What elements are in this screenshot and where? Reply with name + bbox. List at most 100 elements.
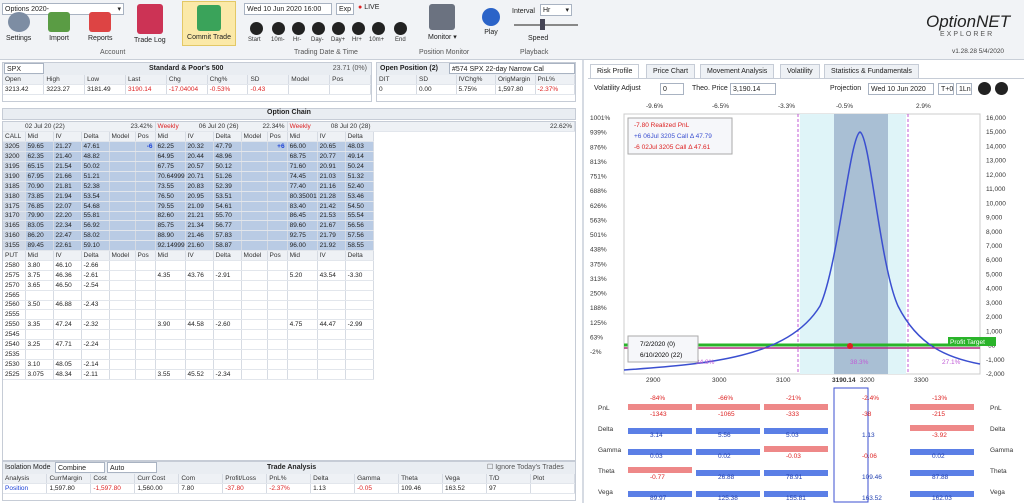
greek-bar [696,404,760,410]
splitter[interactable] [582,60,584,503]
chain-cell [185,280,214,291]
expiry-header[interactable]: 02 Jul 20 (22) 23.42% [3,122,156,133]
put-row[interactable]: 2530 3.10 48.05 -2.14 [3,359,575,370]
open-position-panel: Open Position (2) #574 SPX 22-day Narrow… [376,62,576,102]
auto-select[interactable]: Auto [107,462,157,473]
volatility-adjust-input[interactable]: 0 [660,83,684,95]
tab-risk-profile[interactable]: Risk Profile [590,64,640,78]
back-hr-icon[interactable] [292,22,305,35]
put-row[interactable]: 2575 3.75 46.36 -2.61 4.35 43.76 -2.91 5.20 43.5… [3,270,575,281]
column-header: Open [3,75,45,86]
live-indicator[interactable]: ● LIVE [358,4,379,11]
settings-button[interactable]: Settings [6,12,31,42]
play-button[interactable]: Play [482,8,500,36]
call-row[interactable]: 3205 59.65 21.27 47.61 -6 62.25 20.32 47.79 +6 66… [3,141,575,153]
chain-cell: 21.79 [317,230,346,242]
chain-cell: +6 [267,141,288,153]
trade-datetime-input[interactable]: Wed 10 Jun 2020 16:00 [244,3,332,15]
chain-cell [135,211,156,222]
fwd-10m-icon[interactable] [372,22,385,35]
trade-log-icon [136,4,163,34]
isolation-mode-select[interactable]: Combine [55,462,105,473]
weekly-tag: Weekly [157,123,179,131]
strike-cell: 2540 [3,339,26,350]
tab-price-chart[interactable]: Price Chart [646,64,696,78]
chain-cell: -2.34 [213,369,242,380]
fwd-day-icon[interactable] [332,22,345,35]
chain-cell [109,339,136,350]
back-day-icon[interactable] [312,22,325,35]
chain-cell: 3.55 [155,369,186,380]
symbol-input[interactable]: SPX [4,63,44,74]
call-row[interactable]: 3185 70.90 21.81 52.38 73.55 20.83 52.39 77.40 2… [3,181,575,192]
put-row[interactable]: 2545 [3,329,575,341]
fwd-hr-icon[interactable] [352,22,365,35]
chain-cell [109,319,136,331]
call-row[interactable]: 3175 76.85 22.07 54.68 79.55 21.09 54.61 83.40 2… [3,201,575,212]
tab-volatility[interactable]: Volatility [780,64,820,78]
position-select[interactable]: #574 SPX 22-day Narrow Cal [449,63,575,74]
put-row[interactable]: 2525 3.075 48.34 -2.11 3.55 45.52 -2.34 [3,369,575,380]
chain-cell [317,300,346,311]
theo-price-input[interactable]: 3,190.14 [730,83,776,95]
put-row[interactable]: 2565 [3,290,575,301]
greek-value: 125.38 [718,495,738,502]
speed-slider-thumb[interactable] [540,19,545,30]
monitor-button[interactable]: Monitor ▾ [428,4,457,41]
call-row[interactable]: 3165 83.05 22.34 56.92 85.75 21.34 56.77 89.60 2… [3,220,575,232]
put-row[interactable]: 2535 [3,349,575,360]
chain-cell [213,260,242,271]
tab-statistics-fundamentals[interactable]: Statistics & Fundamentals [824,64,919,78]
call-row[interactable]: 3180 73.85 21.94 53.54 76.50 20.95 53.51 80.350… [3,191,575,202]
tplus-button[interactable]: T+0 [938,83,954,95]
forward-arrow-icon[interactable] [995,82,1008,95]
commit-trade-button[interactable]: Commit Trade [182,1,236,46]
trade-log-button[interactable]: Trade Log [134,4,166,44]
put-row[interactable]: 2540 3.25 47.71 -2.24 [3,339,575,350]
one-line-button[interactable]: 1Ln [956,83,972,95]
call-row[interactable]: 3200 62.35 21.40 48.82 64.95 20.44 48.96 68.75 2… [3,151,575,163]
chain-cell: 43.76 [185,270,214,281]
chain-cell [287,260,318,271]
ignore-trades-checkbox[interactable]: ☐ Ignore Today's Trades [487,463,564,471]
interval-select[interactable]: Hr ▾ [540,4,572,16]
chain-cell: 59.10 [81,240,110,252]
call-row[interactable]: 3195 65.15 21.54 50.02 67.75 20.57 50.12 71.60 2… [3,161,575,172]
back-10m-icon[interactable] [272,22,285,35]
chain-cell [267,151,288,163]
side-header: PUT [3,250,26,261]
expiry-header[interactable]: Weekly 06 Jul 20 (26) 22.34% [155,122,288,133]
call-row[interactable]: 3170 79.90 22.20 55.81 82.60 21.21 55.70 86.45 2… [3,211,575,222]
chain-cell [287,300,318,311]
gear-icon [7,12,30,32]
back-arrow-icon[interactable] [978,82,991,95]
option-chain-grid[interactable]: 02 Jul 20 (22) 23.42% Weekly 06 Jul 20 (26)… [2,121,576,461]
expiry-header[interactable]: Weekly 08 Jul 20 (28) 22.62% [287,122,575,133]
chain-cell: 54.50 [345,201,374,212]
greek-value: -0.77 [650,474,665,481]
put-row[interactable]: 2580 3.80 46.10 -2.66 [3,260,575,271]
chain-cell [135,300,156,311]
projection-date-input[interactable]: Wed 10 Jun 2020 [868,83,934,95]
chain-cell: 22.07 [53,201,82,212]
tab-movement-analysis[interactable]: Movement Analysis [700,64,775,78]
top-pct-label: -0.5% [836,103,853,110]
speed-slider[interactable] [514,24,578,26]
chain-cell [213,339,242,350]
reports-button[interactable]: Reports [88,12,113,42]
start-icon[interactable] [250,22,263,35]
end-icon[interactable] [394,22,407,35]
option-chain-table: 02 Jul 20 (22) 23.42% Weekly 06 Jul 20 (26)… [3,122,575,380]
import-button[interactable]: Import [48,12,70,42]
chain-cell: 50.02 [81,161,110,172]
call-row[interactable]: 3160 86.20 22.47 58.02 88.90 21.46 57.83 92.75 2… [3,230,575,242]
cell-value [288,84,331,96]
put-row[interactable]: 2555 [3,309,575,321]
put-row[interactable]: 2560 3.50 46.88 -2.43 [3,300,575,311]
exp-button[interactable]: Exp [336,3,354,15]
call-row[interactable]: 3155 89.45 22.61 59.10 92.14999 21.60 58.87 96.… [3,240,575,252]
put-row[interactable]: 2550 3.35 47.24 -2.32 3.90 44.58 -2.60 4.75 44.4… [3,319,575,331]
put-row[interactable]: 2570 3.65 46.50 -2.54 [3,280,575,291]
risk-profile-chart[interactable]: 1001% 939% 876% 813% 751% 688% 626% 563% 501% 438… [588,96,1024,503]
call-row[interactable]: 3190 67.95 21.66 51.21 70.64999 20.71 51.26 74.… [3,171,575,182]
